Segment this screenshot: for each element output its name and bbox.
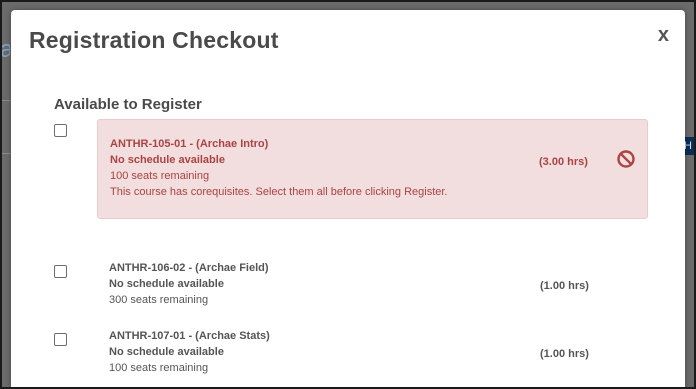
ban-icon — [617, 150, 635, 168]
course-code: ANTHR-107-01 - (Archae Stats) — [109, 330, 270, 342]
course-seats: 100 seats remaining — [110, 170, 210, 182]
registration-checkout-modal: Registration Checkout x Available to Reg… — [11, 10, 685, 389]
course-item-anthr-106-02: ANTHR-106-02 - (Archae Field) No schedul… — [97, 260, 648, 310]
course-seats: 100 seats remaining — [109, 362, 209, 374]
background-link-fragment: a — [0, 36, 10, 63]
course-code: ANTHR-105-01 - (Archae Intro) — [110, 138, 269, 150]
course-code: ANTHR-106-02 - (Archae Field) — [109, 262, 269, 274]
modal-title: Registration Checkout — [29, 27, 279, 53]
close-button[interactable]: x — [658, 24, 669, 46]
course-checkbox-anthr-106-02[interactable] — [54, 265, 67, 278]
course-checkbox-anthr-107-01[interactable] — [54, 333, 67, 346]
course-item-anthr-105-01: ANTHR-105-01 - (Archae Intro) No schedul… — [97, 119, 648, 219]
course-hours: (1.00 hrs) — [540, 348, 589, 360]
background-tab-fragment: H — [684, 137, 696, 155]
course-checkbox-anthr-105-01[interactable] — [54, 124, 67, 137]
course-hours: (1.00 hrs) — [540, 280, 589, 292]
course-corequisite-note: This course has corequisites. Select the… — [110, 186, 448, 198]
course-hours: (3.00 hrs) — [539, 156, 588, 168]
section-title-available: Available to Register — [54, 96, 202, 113]
course-seats: 300 seats remaining — [109, 294, 209, 306]
course-item-anthr-107-01: ANTHR-107-01 - (Archae Stats) No schedul… — [97, 328, 648, 378]
